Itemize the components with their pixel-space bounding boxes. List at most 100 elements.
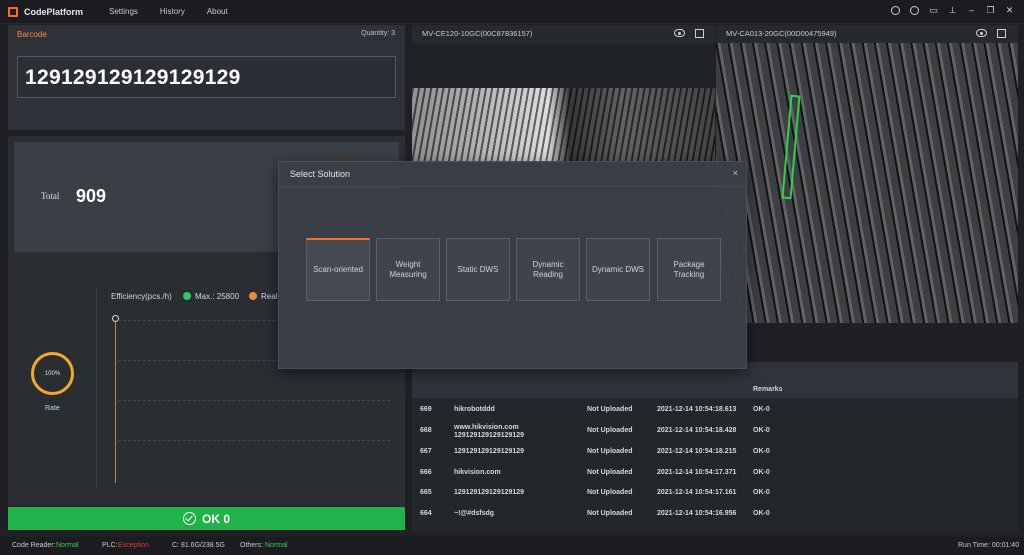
row-index: 668 — [420, 427, 432, 434]
rate-label: Rate — [45, 405, 60, 412]
minimize-icon[interactable]: – — [967, 6, 976, 15]
row-code: 129129129129129129 — [454, 448, 525, 455]
disk-usage: C: 81.6G/238.5G — [172, 542, 225, 549]
efficiency-max: Max.: 25800 — [195, 292, 240, 301]
table-row[interactable]: 669 hikrobotddd Not Uploaded 2021-12-14 … — [412, 406, 1018, 426]
close-icon[interactable]: ✕ — [1005, 6, 1014, 15]
row-code: hikvision.com — [454, 469, 501, 476]
row-status: Not Uploaded — [587, 469, 633, 476]
option-scan-oriented[interactable]: Scan-oriented — [306, 238, 370, 301]
row-time: 2021-12-14 10:54:17.371 — [657, 469, 737, 476]
chart-gridline — [118, 440, 390, 441]
row-remark: OK-0 — [753, 427, 770, 434]
pin-icon[interactable]: ⊥ — [948, 6, 957, 15]
option-package-tracking[interactable]: Package Tracking — [657, 238, 721, 301]
row-index: 665 — [420, 489, 432, 496]
code-reader-status: Normal — [56, 542, 79, 549]
row-time: 2021-12-14 10:54:18.215 — [657, 448, 737, 455]
main-menu: Settings History About — [109, 7, 250, 16]
efficiency-title: Efficiency(pcs./h) — [111, 292, 172, 301]
others-label: Others: — [240, 542, 263, 549]
quantity-count: Quantity: 3 — [361, 30, 395, 37]
eye-icon[interactable] — [674, 29, 685, 37]
eye-icon[interactable] — [976, 29, 987, 37]
row-index: 669 — [420, 406, 432, 413]
alert-icon[interactable] — [910, 6, 919, 15]
lock-icon[interactable]: ▭ — [929, 6, 938, 15]
row-index: 664 — [420, 510, 432, 517]
rate-gauge: 100% — [31, 352, 74, 395]
total-label: Total — [41, 191, 60, 201]
camera-2-view[interactable] — [716, 43, 1018, 323]
code-reader-label: Code Reader: — [12, 542, 56, 549]
camera-2-header: MV-CA013-20GC(00D00475949) — [716, 25, 1018, 43]
plc-label: PLC: — [102, 542, 118, 549]
camera-1-header: MV-CE120-10GC(00C87836157) — [412, 25, 715, 43]
check-circle-icon — [182, 512, 196, 525]
menu-settings[interactable]: Settings — [109, 7, 138, 16]
status-bar: Code Reader: Normal PLC: Exception C: 81… — [0, 537, 1024, 555]
menu-about[interactable]: About — [207, 7, 228, 16]
dialog-divider — [279, 186, 746, 187]
option-weight-measuring[interactable]: Weight Measuring — [376, 238, 440, 301]
maximize-icon[interactable]: ❐ — [986, 6, 995, 15]
row-status: Not Uploaded — [587, 427, 633, 434]
row-code: hikrobotddd — [454, 406, 495, 413]
others-status: Normal — [265, 542, 288, 549]
column-remarks: Remarks — [753, 386, 783, 393]
chart-gridline — [118, 400, 390, 401]
row-time: 2021-12-14 10:54:18.613 — [657, 406, 737, 413]
barcode-image-texture — [412, 88, 715, 163]
camera-1-image — [412, 88, 715, 163]
dialog-close-button[interactable]: × — [733, 168, 738, 178]
row-index: 666 — [420, 469, 432, 476]
option-dynamic-dws[interactable]: Dynamic DWS — [586, 238, 650, 301]
divider — [96, 288, 97, 488]
row-time: 2021-12-14 10:54:18.428 — [657, 427, 737, 434]
menu-history[interactable]: History — [160, 7, 185, 16]
row-code-line2: 129129129129129129 — [454, 432, 525, 439]
ok-count: OK 0 — [201, 511, 230, 526]
row-remark: OK-0 — [753, 510, 770, 517]
total-value: 909 — [76, 186, 107, 206]
arrow-up-icon — [183, 292, 191, 300]
table-row[interactable]: 665 129129129129129129 Not Uploaded 2021… — [412, 489, 1018, 509]
ok-status-bar: OK 0 — [8, 507, 405, 530]
expand-icon[interactable] — [997, 29, 1006, 38]
table-row[interactable]: 667 129129129129129129 Not Uploaded 2021… — [412, 448, 1018, 468]
barcode-display: 129129129129129129 — [17, 56, 396, 98]
camera-2-title: MV-CA013-20GC(00D00475949) — [726, 29, 837, 38]
row-status: Not Uploaded — [587, 448, 633, 455]
dashboard-icon[interactable] — [891, 6, 900, 15]
window-controls: ▭ ⊥ – ❐ ✕ — [891, 6, 1014, 15]
row-status: Not Uploaded — [587, 406, 633, 413]
row-code: ~!@#dsfsdg — [454, 510, 495, 517]
row-index: 667 — [420, 448, 432, 455]
row-time: 2021-12-14 10:54:16.956 — [657, 510, 737, 517]
table-row[interactable]: 668 www.hikvision.com 129129129129129129… — [412, 424, 1018, 446]
rate-percent: 100% — [44, 370, 61, 377]
option-dynamic-reading[interactable]: Dynamic Reading — [516, 238, 580, 301]
efficiency-chart-axis — [115, 318, 116, 483]
camera-1-title: MV-CE120-10GC(00C87836157) — [422, 29, 533, 38]
app-title: CodePlatform — [24, 6, 84, 17]
select-solution-dialog: Select Solution × Scan-oriented Weight M… — [278, 161, 747, 369]
row-remark: OK-0 — [753, 406, 770, 413]
row-remark: OK-0 — [753, 469, 770, 476]
title-bar: CodePlatform Settings History About ▭ ⊥ … — [0, 0, 1024, 24]
option-static-dws[interactable]: Static DWS — [446, 238, 510, 301]
barcode-panel: Barcode Quantity: 3 129129129129129129 — [8, 25, 405, 130]
row-code: 129129129129129129 — [454, 489, 525, 496]
row-remark: OK-0 — [753, 489, 770, 496]
app-logo-icon — [8, 6, 18, 17]
dialog-title: Select Solution — [290, 169, 351, 179]
row-status: Not Uploaded — [587, 489, 633, 496]
plc-status: Exception — [118, 542, 149, 549]
row-time: 2021-12-14 10:54:17.161 — [657, 489, 737, 496]
barcode-label: Barcode — [17, 30, 47, 39]
clock-icon — [249, 292, 257, 300]
table-row[interactable]: 664 ~!@#dsfsdg Not Uploaded 2021-12-14 1… — [412, 510, 1018, 530]
barcode-value: 129129129129129129 — [25, 66, 241, 89]
expand-icon[interactable] — [695, 29, 704, 38]
table-row[interactable]: 666 hikvision.com Not Uploaded 2021-12-1… — [412, 469, 1018, 489]
